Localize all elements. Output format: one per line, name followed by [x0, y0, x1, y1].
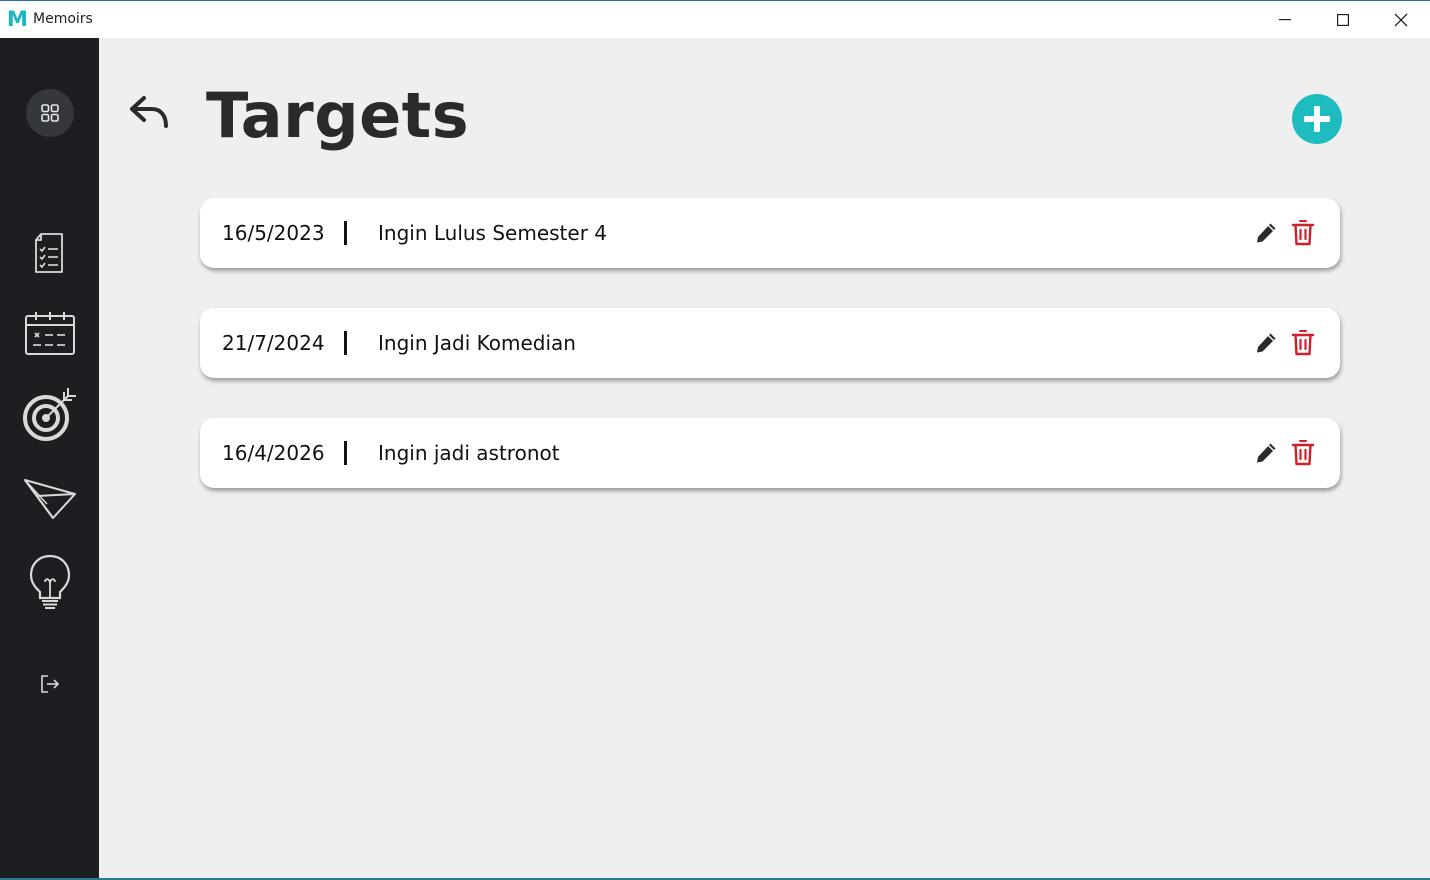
checklist-icon [34, 233, 63, 273]
target-date: 21/7/2024 [222, 331, 325, 355]
add-target-button[interactable] [1292, 94, 1342, 144]
sidebar-item-logout[interactable] [0, 674, 99, 694]
dashboard-button-bg [25, 89, 74, 137]
pencil-icon [1257, 333, 1276, 353]
close-icon [1394, 13, 1408, 26]
target-card: 21/7/2024 Ingin Jadi Komedian [200, 308, 1340, 378]
close-button[interactable] [1372, 1, 1430, 38]
sidebar-item-notes[interactable] [0, 230, 99, 276]
target-text: Ingin jadi astronot [378, 441, 560, 465]
back-button[interactable] [128, 94, 172, 134]
target-date: 16/4/2026 [222, 441, 325, 465]
separator [344, 441, 347, 465]
target-card: 16/5/2023 Ingin Lulus Semester 4 [200, 198, 1340, 268]
delete-button[interactable] [1291, 219, 1315, 247]
edit-button[interactable] [1254, 221, 1278, 245]
target-text: Ingin Jadi Komedian [378, 331, 576, 355]
separator [344, 331, 347, 355]
target-date: 16/5/2023 [222, 221, 325, 245]
app-logo: M [7, 7, 28, 31]
maximize-icon [1337, 13, 1349, 26]
delete-button[interactable] [1291, 439, 1315, 467]
plus-icon [1304, 106, 1330, 132]
separator [344, 221, 347, 245]
target-icon [22, 388, 76, 441]
delete-button[interactable] [1291, 329, 1315, 357]
pencil-icon [1257, 223, 1276, 243]
sidebar-item-send[interactable] [0, 474, 99, 522]
page-title: Targets [206, 79, 470, 152]
sidebar-item-dashboard[interactable] [0, 89, 99, 137]
minimize-icon [1279, 18, 1291, 20]
sidebar [0, 38, 99, 878]
sidebar-item-targets[interactable] [0, 386, 99, 442]
target-card: 16/4/2026 Ingin jadi astronot [200, 418, 1340, 488]
grid-icon [40, 104, 59, 122]
edit-button[interactable] [1254, 331, 1278, 355]
trash-icon [1291, 220, 1315, 246]
calendar-icon [24, 312, 75, 355]
back-arrow-icon [130, 96, 168, 128]
target-text: Ingin Lulus Semester 4 [378, 221, 607, 245]
edit-button[interactable] [1254, 441, 1278, 465]
logout-icon [40, 675, 59, 693]
trash-icon [1291, 440, 1315, 466]
window-title: Memoirs [33, 11, 93, 27]
paper-plane-icon [23, 479, 76, 519]
maximize-button[interactable] [1314, 1, 1372, 38]
sidebar-item-ideas[interactable] [0, 554, 99, 612]
minimize-button[interactable] [1256, 1, 1314, 38]
trash-icon [1291, 330, 1315, 356]
window-titlebar: M Memoirs [0, 0, 1430, 38]
lightbulb-icon [29, 554, 70, 609]
sidebar-item-calendar[interactable] [0, 310, 99, 356]
pencil-icon [1257, 443, 1276, 463]
